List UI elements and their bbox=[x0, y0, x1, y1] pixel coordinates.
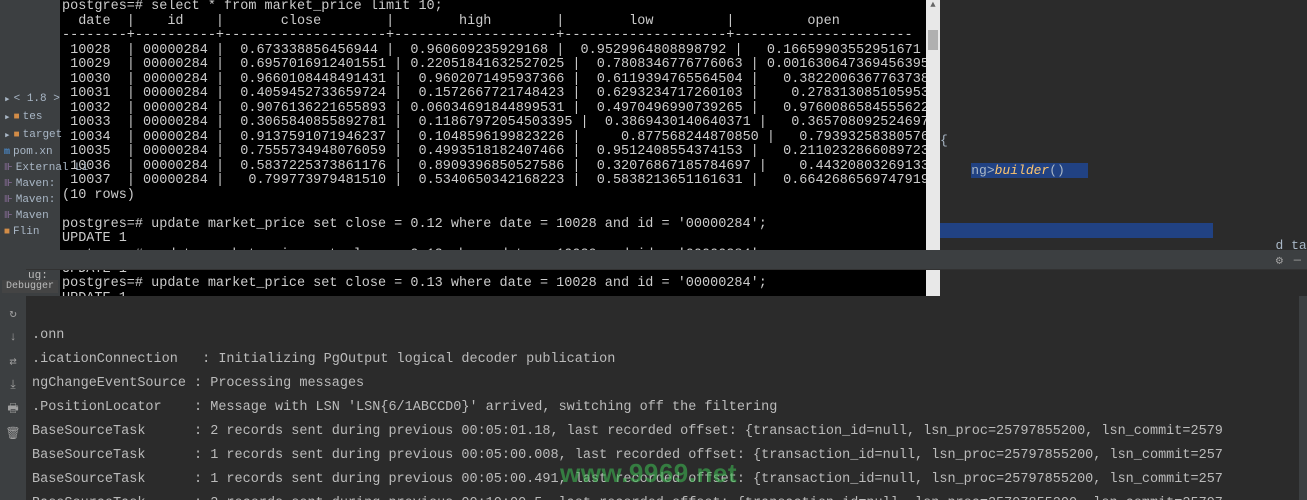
print-button[interactable]: 🖶 bbox=[4, 400, 22, 418]
console-line: BaseSourceTask : 2 records sent during p… bbox=[32, 424, 1223, 439]
table-row: 10033 | 00000284 | 0.3065840855892781 | … bbox=[70, 115, 937, 130]
scroll-up-icon[interactable]: ▲ bbox=[928, 0, 938, 12]
sql-prompt: postgres=# select * from market_price li… bbox=[62, 0, 443, 14]
scrollbar-thumb[interactable] bbox=[928, 30, 938, 50]
right-gutter bbox=[1299, 296, 1307, 500]
table-row: 10029 | 00000284 | 0.6957016912401551 | … bbox=[70, 57, 929, 72]
table-divider: --------+----------+--------------------… bbox=[62, 28, 913, 43]
table-header-id: id bbox=[167, 14, 183, 29]
library-icon: ⊪ bbox=[4, 178, 13, 190]
project-item-target[interactable]: ▸ ■target bbox=[0, 126, 60, 144]
project-jdk[interactable]: ▸ < 1.8 > bbox=[0, 90, 60, 108]
console-line: .onn bbox=[32, 328, 64, 343]
table-header-low: low bbox=[629, 14, 653, 29]
code-text: ng> bbox=[971, 163, 994, 178]
minimize-icon[interactable]: — bbox=[1294, 253, 1301, 267]
table-row: 10037 | 00000284 | 0.799773979481510 | 0… bbox=[70, 173, 929, 188]
console-line: BaseSourceTask : 2 records sent during p… bbox=[32, 496, 1223, 500]
project-item-maven[interactable]: ⊪Maven bbox=[0, 208, 60, 224]
table-header-date: date bbox=[78, 14, 110, 29]
library-icon: ⊪ bbox=[4, 194, 13, 206]
table-row: 10035 | 00000284 | 0.7555734948076059 | … bbox=[70, 144, 929, 159]
table-row: 10028 | 00000284 | 0.673338856456944 | 0… bbox=[70, 43, 921, 58]
table-row: 10031 | 00000284 | 0.4059452733659724 | … bbox=[70, 86, 929, 101]
wrap-button[interactable]: ⇄ bbox=[4, 352, 22, 370]
xml-icon: m bbox=[4, 147, 10, 158]
project-item-maven[interactable]: ⊪Maven: bbox=[0, 176, 60, 192]
table-row: 10030 | 00000284 | 0.9660108448491431 | … bbox=[70, 72, 937, 87]
gear-icon[interactable]: ⚙ bbox=[1276, 253, 1283, 268]
table-row: 10034 | 00000284 | 0.9137591071946237 | … bbox=[70, 130, 940, 145]
project-item-flink[interactable]: ■Flin bbox=[0, 224, 60, 240]
table-header-open: open bbox=[807, 14, 839, 29]
project-item-pom[interactable]: mpom.xn bbox=[0, 144, 60, 160]
rerun-button[interactable]: ↻ bbox=[4, 304, 22, 322]
folder-icon: ■ bbox=[4, 227, 10, 238]
code-brace: { bbox=[940, 133, 948, 148]
console-line: ngChangeEventSource : Processing message… bbox=[32, 376, 364, 391]
code-text: () bbox=[1049, 163, 1065, 178]
table-header-close: close bbox=[281, 14, 322, 29]
sql-result: UPDATE 1 bbox=[62, 231, 127, 246]
table-header-high: high bbox=[459, 14, 491, 29]
console-line: .icationConnection : Initializing PgOutp… bbox=[32, 352, 615, 367]
clear-button[interactable]: 🗑 bbox=[4, 424, 22, 442]
folder-icon: ■ bbox=[14, 112, 20, 123]
panel-header: ⚙ — bbox=[26, 250, 1307, 270]
library-icon: ⊪ bbox=[4, 162, 13, 174]
sql-update: postgres=# update market_price set close… bbox=[62, 276, 767, 291]
table-row: 10032 | 00000284 | 0.9076136221655893 | … bbox=[70, 101, 937, 116]
code-method: builder bbox=[995, 163, 1050, 178]
library-icon: ⊪ bbox=[4, 210, 13, 222]
project-item-maven[interactable]: ⊪Maven: bbox=[0, 192, 60, 208]
scroll-button[interactable]: ⤓ bbox=[4, 376, 22, 394]
row-count: (10 rows) bbox=[62, 188, 135, 203]
watermark: www.9969.net bbox=[560, 458, 737, 489]
project-tree[interactable]: ▸ < 1.8 > ▸ ■tes ▸ ■target mpom.xn ⊪Exte… bbox=[0, 90, 60, 270]
console-line: .PositionLocator : Message with LSN 'LSN… bbox=[32, 400, 777, 415]
project-item-tests[interactable]: ▸ ■tes bbox=[0, 108, 60, 126]
folder-icon: ■ bbox=[14, 130, 20, 141]
debug-tool-strip: ↻ ↓ ⇄ ⤓ 🖶 🗑 bbox=[0, 298, 26, 498]
step-down-button[interactable]: ↓ bbox=[4, 328, 22, 346]
table-row: 10036 | 00000284 | 0.5837225373861176 | … bbox=[70, 159, 940, 174]
debugger-tab[interactable]: Debugger bbox=[2, 280, 58, 293]
project-item-external[interactable]: ⊪External Li bbox=[0, 160, 60, 176]
sql-update: postgres=# update market_price set close… bbox=[62, 217, 767, 232]
